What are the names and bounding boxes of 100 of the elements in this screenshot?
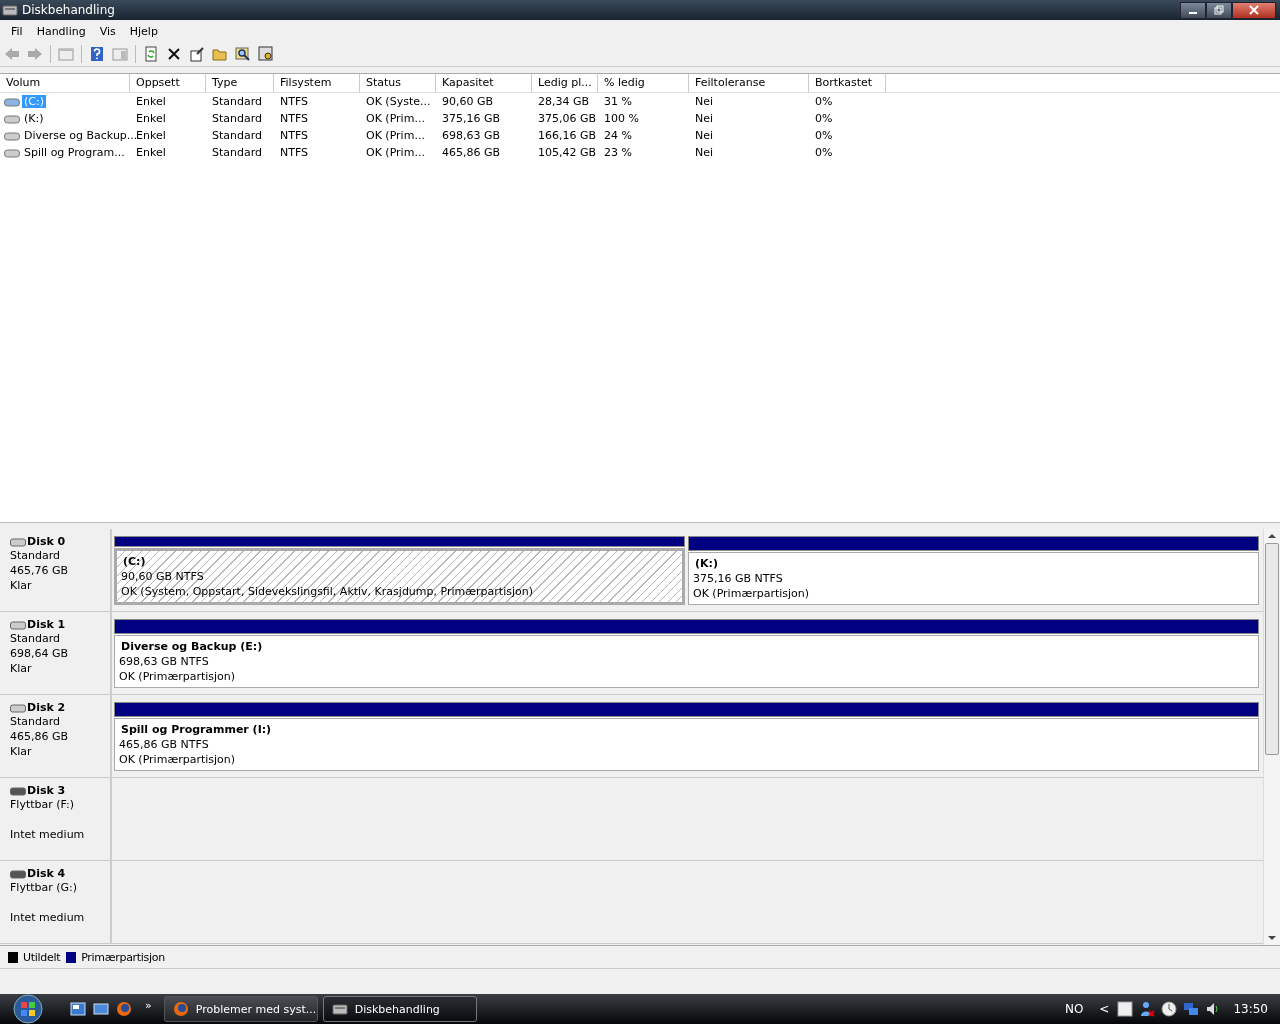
table-cell: Standard — [212, 146, 263, 159]
table-cell: 90,60 GB — [442, 95, 494, 108]
table-cell: 23 % — [604, 146, 632, 159]
column-header[interactable]: Volum — [0, 74, 130, 92]
table-cell: 100 % — [604, 112, 639, 125]
refresh-icon[interactable] — [143, 46, 159, 62]
help-icon[interactable] — [89, 46, 105, 62]
partition-status: OK (Primærpartisjon) — [119, 669, 237, 684]
disk-size: 698,64 GB — [10, 646, 70, 661]
table-cell: 698,63 GB — [442, 129, 501, 142]
table-cell: OK (Prim... — [366, 146, 425, 159]
table-cell: Standard — [212, 95, 263, 108]
menu-item[interactable]: Hjelp — [122, 24, 165, 38]
disk-drive-icon — [10, 536, 26, 547]
column-header[interactable]: Status — [360, 74, 436, 92]
partition-block[interactable]: Diverse og Backup (E:) 698,63 GB NTFS OK (Primærpartisjon) — [114, 619, 1259, 688]
disk-name: Disk 3 — [27, 784, 66, 797]
minimize-button[interactable] — [1180, 1, 1206, 19]
volume-name[interactable]: (K:) — [22, 112, 46, 125]
partition-size: 465,86 GB NTFS — [119, 737, 210, 752]
table-cell: 465,86 GB — [442, 146, 501, 159]
overflow-button[interactable]: » — [145, 998, 152, 1012]
menu-item[interactable]: Handling — [29, 24, 93, 38]
disk-status: Klar — [10, 578, 33, 593]
clock-icon[interactable] — [1161, 1001, 1178, 1017]
table-cell: Nei — [695, 146, 714, 159]
window-title: Diskbehandling — [22, 3, 115, 17]
partition-label: Diverse og Backup (E:) — [120, 639, 264, 654]
disk-drive-icon — [10, 619, 26, 630]
table-cell: NTFS — [280, 129, 309, 142]
language-indicator[interactable]: NO — [1064, 1002, 1084, 1016]
minimize-icon — [1189, 12, 1197, 14]
disk-drive-icon — [331, 1001, 348, 1017]
table-cell: Enkel — [136, 146, 166, 159]
scroll-up-icon[interactable] — [1268, 533, 1276, 539]
table-cell: 24 % — [604, 129, 632, 142]
table-cell: Enkel — [136, 129, 166, 142]
partition-size: 375,16 GB NTFS — [693, 571, 784, 586]
table-cell: 31 % — [604, 95, 632, 108]
partition-block[interactable]: Spill og Programmer (I:) 465,86 GB NTFS OK (Primærpartisjon) — [114, 702, 1259, 771]
scroll-down-icon[interactable] — [1268, 935, 1276, 941]
table-cell: 0% — [815, 129, 833, 142]
partition-status: OK (Primærpartisjon) — [693, 586, 811, 601]
disk-drive-icon — [2, 3, 18, 17]
network-icon[interactable] — [1183, 1001, 1200, 1017]
partition-block[interactable]: (C:) 90,60 GB NTFS OK (System, Oppstart, Sidevekslingsfil, Aktiv, Krasjdump, Primærpartisjon) — [114, 536, 685, 605]
removable-drive-icon — [10, 785, 26, 796]
disk-status: Klar — [10, 661, 33, 676]
column-header[interactable]: Filsystem — [274, 74, 360, 92]
table-cell: Enkel — [136, 95, 166, 108]
partition-label: Spill og Programmer (I:) — [120, 722, 273, 737]
column-header[interactable]: Ledig pl... — [532, 74, 598, 92]
partition-size: 90,60 GB NTFS — [121, 569, 205, 584]
taskbar-button[interactable]: Diskbehandling — [322, 996, 477, 1022]
column-header[interactable]: Kapasitet — [436, 74, 532, 92]
column-header[interactable]: % ledig — [598, 74, 689, 92]
column-header[interactable]: Feiltoleranse — [689, 74, 809, 92]
taskbar-button[interactable]: Problemer med syst... — [163, 996, 318, 1022]
show-hidden-icons-button[interactable]: < — [1099, 1002, 1110, 1016]
properties-icon[interactable] — [189, 46, 205, 62]
table-cell: 375,16 GB — [442, 112, 501, 125]
delete-icon[interactable] — [166, 46, 182, 62]
magnifier-icon[interactable] — [235, 46, 251, 62]
table-cell: Nei — [695, 95, 714, 108]
partition-status: OK (Primærpartisjon) — [119, 752, 237, 767]
disk-name: Disk 4 — [27, 867, 66, 880]
table-cell: Standard — [212, 112, 263, 125]
table-cell: NTFS — [280, 146, 309, 159]
close-icon — [1249, 5, 1259, 15]
desktop-icon[interactable] — [93, 1001, 109, 1017]
table-cell: 28,34 GB — [538, 95, 590, 108]
tray-icon[interactable] — [1117, 1001, 1134, 1017]
column-header[interactable]: Bortkastet — [809, 74, 886, 92]
drive-icon — [4, 113, 20, 124]
table-cell: OK (Prim... — [366, 112, 425, 125]
volume-name[interactable]: Spill og Program... — [22, 146, 127, 159]
close-button[interactable] — [1232, 1, 1276, 19]
partition-block[interactable]: (K:) 375,16 GB NTFS OK (Primærpartisjon) — [688, 536, 1259, 605]
partition-size: 698,63 GB NTFS — [119, 654, 210, 669]
table-cell: 0% — [815, 146, 833, 159]
column-header[interactable]: Oppsett — [130, 74, 206, 92]
clock[interactable]: 13:50 — [1233, 1002, 1268, 1016]
disk-drive-icon — [10, 702, 26, 713]
scrollbar-thumb[interactable] — [1265, 543, 1279, 755]
scrollbar[interactable] — [1263, 529, 1280, 945]
menu-item[interactable]: Vis — [92, 24, 123, 38]
restore-icon — [1214, 5, 1224, 15]
menu-item[interactable]: Fil — [4, 24, 30, 38]
drive-icon — [4, 147, 20, 158]
restore-button[interactable] — [1206, 1, 1232, 19]
partition-label: (C:) — [122, 554, 147, 569]
browser-icon[interactable] — [116, 1001, 132, 1017]
column-header[interactable]: Type — [206, 74, 274, 92]
legend-label: Primærpartisjon — [81, 950, 165, 964]
disk-type: Standard — [10, 714, 62, 729]
switch-windows-icon[interactable] — [70, 1001, 86, 1017]
user-icon[interactable] — [1139, 1001, 1156, 1017]
disk-status: Intet medium — [10, 910, 86, 925]
drive-icon — [4, 130, 20, 141]
folder-icon[interactable] — [212, 46, 228, 62]
